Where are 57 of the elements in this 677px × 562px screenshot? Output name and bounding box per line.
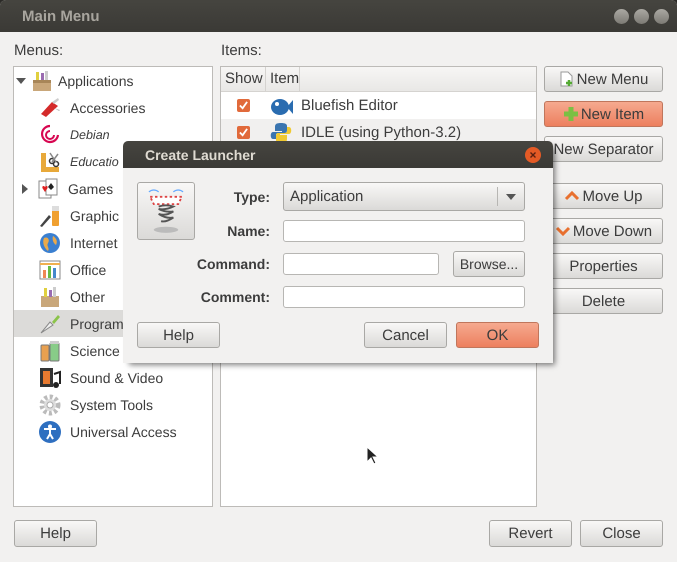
- close-icon[interactable]: [525, 146, 541, 162]
- dialog-title: Create Launcher: [145, 146, 256, 162]
- menu-button[interactable]: New Item: [544, 101, 663, 127]
- tree-item[interactable]: Games: [14, 175, 212, 202]
- checkbox[interactable]: [237, 99, 250, 112]
- cards-icon: [36, 176, 60, 200]
- dialog-button[interactable]: Cancel: [364, 322, 447, 348]
- dialog-button[interactable]: Revert: [489, 520, 572, 547]
- globe-icon: [38, 230, 62, 254]
- icon-button[interactable]: [137, 182, 195, 240]
- tree-item[interactable]: Graphic: [14, 202, 212, 229]
- dialog-button[interactable]: OK: [456, 322, 539, 348]
- toolbox-icon: [30, 68, 54, 92]
- cursor-icon: [366, 446, 378, 465]
- window-title: Main Menu: [22, 8, 100, 24]
- column-header[interactable]: Show: [221, 67, 266, 91]
- menu-button[interactable]: New Separator: [544, 136, 663, 162]
- tree-item[interactable]: Applications: [14, 67, 212, 94]
- gear-icon: [38, 392, 62, 416]
- box-icon: [38, 284, 62, 308]
- knife-icon: [38, 96, 62, 120]
- menus-label: Menus:: [13, 42, 64, 59]
- tree-item[interactable]: Sound & Video: [14, 364, 212, 391]
- minimize-button[interactable]: [614, 8, 629, 24]
- dialog-button[interactable]: Help: [137, 322, 220, 348]
- input-field[interactable]: [283, 253, 439, 275]
- person-icon: [38, 420, 62, 444]
- type-dropdown[interactable]: Application: [283, 182, 525, 211]
- items-label: Items:: [220, 42, 263, 59]
- tree-item[interactable]: Accessories: [14, 94, 212, 121]
- table-cell: Bluefish Editor: [301, 97, 398, 114]
- field-label: Comment:: [200, 289, 271, 305]
- table-cell: IDLE (using Python-3.2): [301, 124, 462, 141]
- caret-icon: [506, 194, 516, 200]
- field-label: Command:: [196, 256, 271, 272]
- column-header[interactable]: Item: [266, 67, 300, 91]
- plus-icon: [562, 106, 579, 122]
- chart-icon: [38, 258, 62, 282]
- field-label: Name:: [226, 223, 271, 239]
- flask-icon: [38, 338, 62, 362]
- tree-item[interactable]: Debian: [14, 121, 212, 148]
- browse-button[interactable]: Browse...: [453, 251, 525, 277]
- input-field[interactable]: [283, 286, 525, 308]
- film-icon: [38, 366, 62, 390]
- dialog-button[interactable]: Help: [14, 520, 97, 547]
- maximize-button[interactable]: [634, 8, 649, 24]
- checkbox[interactable]: [237, 126, 250, 139]
- tree-item[interactable]: Internet: [14, 229, 212, 256]
- tree-item[interactable]: System Tools: [14, 391, 212, 418]
- input-field[interactable]: [283, 220, 525, 242]
- tree-item[interactable]: Universal Access: [14, 418, 212, 445]
- menu-button[interactable]: New Menu: [544, 66, 663, 92]
- dialog-button[interactable]: Close: [580, 520, 663, 547]
- brush-icon: [38, 204, 62, 228]
- field-label: Type:: [232, 188, 271, 204]
- close-button[interactable]: [654, 8, 669, 24]
- document-add-icon: [558, 71, 575, 87]
